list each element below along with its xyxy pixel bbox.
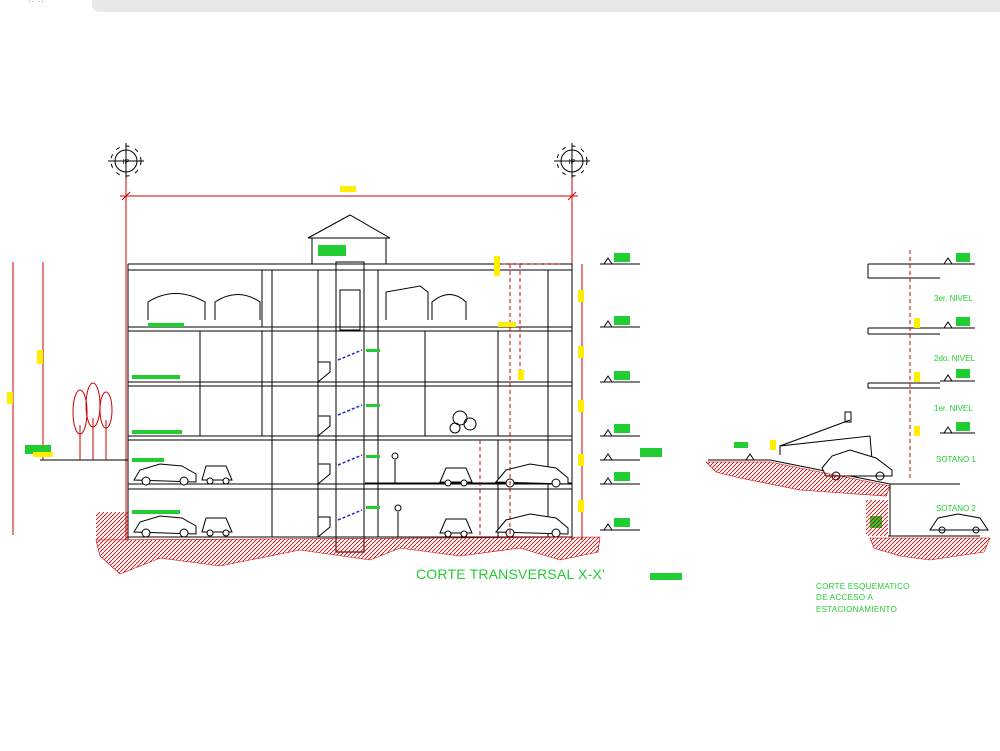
access-note-line-1: CORTE ESQUEMATICO <box>816 582 910 591</box>
access-note-line-3: ESTACIONAMIENTO <box>816 605 898 614</box>
level-label-basement-1: SOTANO 1 <box>936 455 976 464</box>
section-title-tag <box>650 573 682 580</box>
access-note-line-2: DE ACCESO A <box>816 593 874 602</box>
building-section <box>127 214 573 553</box>
section-title: CORTE TRANSVERSAL X-X' <box>416 566 605 582</box>
level-label-basement-2: SOTANO 2 <box>936 504 976 513</box>
dimension-tag <box>340 186 356 192</box>
trees <box>72 382 113 460</box>
left-dimensions <box>12 262 44 535</box>
level-label-1: 1er. NIVEL <box>934 404 973 413</box>
ground-hatch <box>869 537 991 561</box>
level-tag <box>33 452 53 457</box>
cars <box>133 463 569 538</box>
ground-hatch <box>96 512 128 540</box>
level-label-2: 2do. NIVEL <box>934 354 975 363</box>
level-markers <box>600 253 662 531</box>
axis-marker-left-label: IP <box>123 159 130 166</box>
axis-marker-right-label: IP <box>569 159 576 166</box>
dimension-tag <box>37 350 43 364</box>
level-label-3: 3er. NIVEL <box>934 294 973 303</box>
ground-hatch <box>866 500 888 536</box>
access-section <box>708 263 989 537</box>
core-glazing <box>337 349 363 521</box>
dimension-tag <box>7 392 13 404</box>
cad-drawing: IP IP <box>7 143 991 575</box>
